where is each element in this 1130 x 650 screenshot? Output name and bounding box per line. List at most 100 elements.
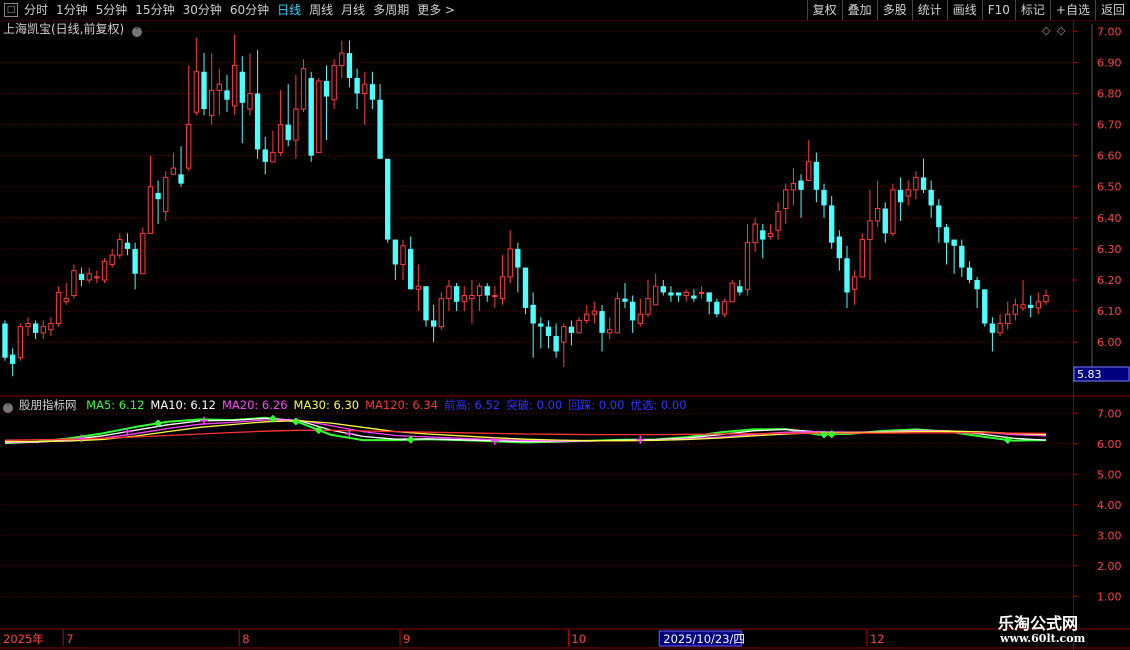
- toolbar-button[interactable]: 统计: [911, 0, 947, 20]
- candle-body: [882, 208, 888, 234]
- diamond-icon: ◇: [1042, 24, 1051, 37]
- candle-body: [193, 71, 200, 113]
- period-tab[interactable]: 分时: [24, 0, 48, 20]
- candle-body: [132, 248, 138, 274]
- period-tabs: 分时 1分钟 5分钟 15分钟 30分钟 60分钟 日线 周线 月线 多周期 更多 >: [24, 0, 463, 20]
- x-axis-label: 2025年: [3, 632, 44, 646]
- candle-body: [163, 176, 169, 213]
- candle-body: [989, 323, 996, 333]
- candle-body: [706, 292, 712, 302]
- price-tick-label: 6.10: [1097, 305, 1122, 318]
- chevron-down-icon[interactable]: ˅: [132, 27, 143, 37]
- indicator-tick-label: 2.00: [1097, 560, 1122, 573]
- top-toolbar: □ 分时 1分钟 5分钟 15分钟 30分钟 60分钟 日线 周线 月线 多周期 更多 > 复权 叠加…: [0, 0, 1130, 21]
- candle-body: [208, 89, 215, 116]
- candle-body: [943, 227, 950, 243]
- candle-body: [17, 326, 23, 359]
- period-tab[interactable]: 周线: [309, 0, 333, 20]
- period-tab[interactable]: 更多 >: [417, 0, 455, 20]
- candle-body: [813, 161, 820, 190]
- candle-body: [538, 323, 544, 327]
- stock-title: 上海凯宝(日线,前复权): [3, 22, 125, 36]
- period-tab[interactable]: 15分钟: [135, 0, 174, 20]
- menu-toggle-icon[interactable]: □: [4, 3, 18, 17]
- candle-body: [201, 71, 207, 110]
- candle-body: [691, 295, 697, 299]
- candle-body: [277, 124, 284, 154]
- candle-body: [591, 310, 598, 315]
- candle-body: [599, 311, 605, 333]
- price-tick-label: 6.30: [1097, 243, 1122, 256]
- candle-body: [117, 239, 123, 256]
- candle-body: [515, 248, 521, 268]
- toolbar-button[interactable]: 返回: [1094, 0, 1130, 20]
- candle-body: [698, 291, 705, 294]
- toolbar-button[interactable]: 叠加: [841, 0, 877, 20]
- candle-body: [155, 192, 161, 200]
- candle-body: [729, 282, 735, 303]
- price-box-label: 5.83: [1077, 368, 1102, 381]
- period-tab[interactable]: 日线: [277, 0, 301, 20]
- candle-body: [140, 232, 146, 275]
- candle-body: [423, 286, 429, 321]
- candle-body: [775, 211, 781, 231]
- toolbar-button[interactable]: F10: [981, 0, 1015, 20]
- candle-body: [469, 295, 475, 300]
- candle-body: [285, 124, 291, 141]
- indicator-value: MA120: 6.34: [365, 398, 438, 412]
- toolbar-button[interactable]: 多股: [876, 0, 912, 20]
- candle-body: [293, 108, 299, 141]
- price-tick-label: 7.00: [1097, 25, 1122, 38]
- toolbar-button[interactable]: 画线: [946, 0, 982, 20]
- candle-body: [913, 176, 919, 191]
- candle-body: [714, 301, 720, 315]
- x-axis-label: 2025/10/23/四: [663, 632, 745, 646]
- candle-body: [377, 99, 383, 159]
- price-tick-label: 6.40: [1097, 212, 1122, 225]
- indicator-value: MA10: 6.12: [150, 398, 216, 412]
- candle-body: [660, 286, 666, 293]
- toolbar-button[interactable]: 复权: [806, 0, 842, 20]
- candle-body: [9, 354, 16, 364]
- period-tab[interactable]: 月线: [341, 0, 365, 20]
- period-tab[interactable]: 1分钟: [56, 0, 88, 20]
- indicator-name: 股朋指标网: [19, 398, 77, 412]
- candle-body: [1005, 313, 1011, 325]
- x-axis-label: 7: [66, 632, 73, 646]
- main-chart-title: 上海凯宝(日线,前复权) ˅: [3, 21, 145, 37]
- candle-body: [637, 313, 643, 325]
- period-tab[interactable]: 30分钟: [183, 0, 222, 20]
- candle-body: [683, 291, 689, 297]
- candle-body: [415, 285, 422, 290]
- candle-body: [530, 304, 536, 324]
- candle-body: [362, 83, 368, 94]
- x-axis-label: 12: [870, 632, 885, 646]
- candle-body: [568, 326, 575, 333]
- stock-chart[interactable]: 6.00 6.10 6.20 6.30 6.40 6.50 6.60 6.70 6.80 6.90…: [0, 20, 1130, 650]
- price-tick-label: 6.70: [1097, 119, 1122, 132]
- candle-body: [982, 289, 988, 324]
- period-tab[interactable]: 60分钟: [230, 0, 269, 20]
- candle-body: [507, 248, 513, 278]
- candle-body: [622, 298, 628, 302]
- candle-body: [323, 81, 330, 97]
- toolbar-button[interactable]: 标记: [1014, 0, 1050, 20]
- chevron-down-icon[interactable]: ˅: [3, 403, 13, 413]
- candle-body: [476, 285, 483, 297]
- candle-body: [522, 267, 529, 308]
- candle-body: [905, 189, 911, 197]
- candle-body: [101, 260, 108, 281]
- period-tab[interactable]: 多周期: [373, 0, 409, 20]
- candle-body: [828, 205, 835, 243]
- candle-body: [928, 189, 934, 206]
- candle-body: [721, 301, 728, 315]
- candle-body: [752, 223, 758, 244]
- candle-body: [216, 83, 223, 91]
- candle-body: [231, 65, 238, 107]
- x-axis-label: 10: [571, 632, 586, 646]
- price-tick-label: 6.80: [1097, 87, 1122, 100]
- toolbar-button[interactable]: +自选: [1049, 0, 1095, 20]
- candle-body: [346, 53, 353, 78]
- period-tab[interactable]: 5分钟: [96, 0, 128, 20]
- right-toolbar-buttons: 复权 叠加 多股 统计 画线 F10 标记 +自选 返回: [806, 0, 1130, 20]
